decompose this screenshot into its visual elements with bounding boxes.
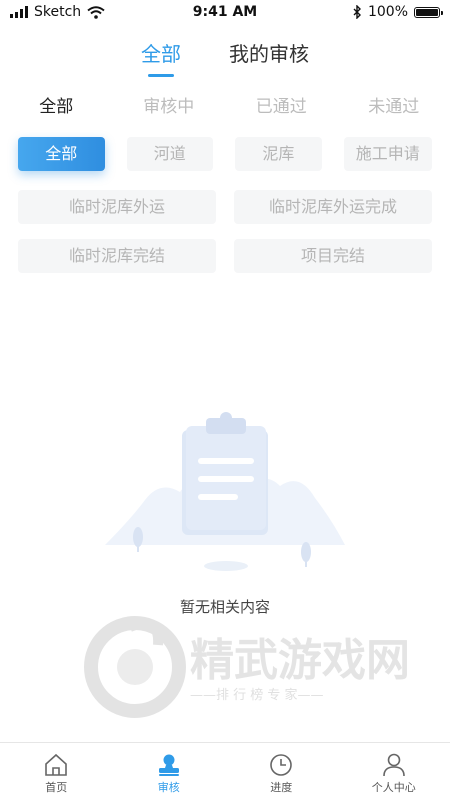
filter-row-2: 临时泥库外运 临时泥库外运完成 bbox=[18, 190, 432, 224]
review-stamp-icon bbox=[156, 753, 182, 777]
top-tabs: 全部 我的审核 bbox=[0, 38, 450, 77]
top-tab-all[interactable]: 全部 bbox=[141, 38, 181, 77]
watermark-logo: 精武游戏网 ——排 行 榜 专 家—— bbox=[80, 615, 430, 725]
nav-home-label: 首页 bbox=[45, 779, 67, 795]
filter-chip-river[interactable]: 河道 bbox=[127, 137, 214, 171]
filter-chip-construction-apply[interactable]: 施工申请 bbox=[344, 137, 432, 171]
clock-icon bbox=[268, 753, 294, 777]
status-tab-all[interactable]: 全部 bbox=[0, 92, 113, 117]
status-tabs: 全部 审核中 已通过 未通过 bbox=[0, 92, 450, 117]
filter-chip-mud-depot[interactable]: 泥库 bbox=[235, 137, 322, 171]
status-tab-reviewing[interactable]: 审核中 bbox=[113, 92, 226, 117]
watermark-title: 精武游戏网 bbox=[190, 635, 410, 686]
filter-chip-temp-depot-transport-done[interactable]: 临时泥库外运完成 bbox=[234, 190, 432, 224]
nav-progress[interactable]: 进度 bbox=[225, 743, 338, 801]
nav-profile-label: 个人中心 bbox=[372, 779, 416, 795]
nav-review[interactable]: 审核 bbox=[113, 743, 226, 801]
user-icon bbox=[381, 753, 407, 777]
battery-fill bbox=[416, 9, 438, 16]
filter-row-3: 临时泥库完结 项目完结 bbox=[18, 239, 432, 273]
clipboard-icon bbox=[100, 400, 350, 580]
filter-chip-project-closed[interactable]: 项目完结 bbox=[234, 239, 432, 273]
nav-review-label: 审核 bbox=[158, 779, 180, 795]
status-right: 100% bbox=[353, 4, 440, 20]
battery-icon bbox=[414, 7, 440, 18]
nav-profile[interactable]: 个人中心 bbox=[338, 743, 450, 801]
home-icon bbox=[43, 753, 69, 777]
filter-chip-temp-depot-transport[interactable]: 临时泥库外运 bbox=[18, 190, 216, 224]
watermark-subtitle: ——排 行 榜 专 家—— bbox=[190, 687, 324, 703]
status-tab-rejected[interactable]: 未通过 bbox=[338, 92, 450, 117]
empty-message: 暂无相关内容 bbox=[0, 596, 450, 617]
status-tab-approved[interactable]: 已通过 bbox=[225, 92, 338, 117]
nav-progress-label: 进度 bbox=[270, 779, 292, 795]
nav-home[interactable]: 首页 bbox=[0, 743, 113, 801]
bottom-nav: 首页 审核 进度 个人中心 bbox=[0, 742, 450, 801]
filter-row-1: 全部 河道 泥库 施工申请 bbox=[18, 137, 432, 171]
empty-illustration bbox=[100, 400, 350, 580]
bluetooth-icon bbox=[353, 5, 362, 19]
filter-chip-temp-depot-closed[interactable]: 临时泥库完结 bbox=[18, 239, 216, 273]
filter-chip-all[interactable]: 全部 bbox=[18, 137, 105, 171]
status-bar: Sketch 9:41 AM 100% bbox=[0, 0, 450, 26]
top-tab-my-review[interactable]: 我的审核 bbox=[229, 38, 309, 77]
battery-percent: 100% bbox=[368, 4, 408, 20]
